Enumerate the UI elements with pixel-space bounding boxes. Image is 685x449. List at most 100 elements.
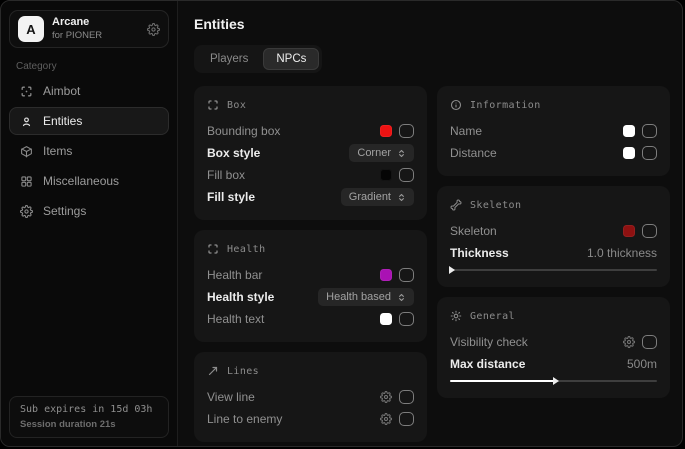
- left-column: Box Bounding box Box style Corner: [194, 86, 427, 442]
- dropdown-value: Health based: [326, 291, 391, 303]
- corners-icon: [207, 243, 219, 255]
- row-label: Fill style: [207, 190, 255, 204]
- sidebar-item-aimbot[interactable]: Aimbot: [9, 77, 169, 105]
- logo-letter: A: [26, 22, 35, 37]
- checkbox[interactable]: [399, 312, 414, 326]
- setting-row: View line: [207, 386, 414, 408]
- row-label: Thickness: [450, 246, 509, 260]
- setting-row: Max distance 500m: [450, 353, 657, 375]
- chevron-up-down-icon: [397, 149, 406, 158]
- dropdown-value: Gradient: [349, 191, 391, 203]
- sun-icon: [450, 310, 462, 322]
- category-label: Category: [16, 61, 162, 72]
- slider-handle[interactable]: [553, 377, 559, 385]
- subscription-box: Sub expires in 15d 03h Session duration …: [9, 396, 169, 438]
- max-distance-slider[interactable]: [450, 377, 657, 386]
- card-box: Box Bounding box Box style Corner: [194, 86, 427, 220]
- app-subtitle: for PIONER: [52, 30, 102, 41]
- fill-style-dropdown[interactable]: Gradient: [341, 188, 414, 206]
- sidebar-spacer: [9, 225, 169, 396]
- row-label: Health style: [207, 290, 274, 304]
- row-label: Distance: [450, 146, 497, 160]
- sidebar-item-label: Miscellaneous: [43, 174, 119, 188]
- card-title: General: [470, 311, 515, 322]
- diagonal-arrow-icon: [207, 365, 219, 377]
- sidebar-item-label: Entities: [43, 114, 82, 128]
- row-label: Visibility check: [450, 335, 528, 349]
- grid-icon: [20, 175, 33, 188]
- card-columns: Box Bounding box Box style Corner: [194, 86, 670, 442]
- color-swatch[interactable]: [623, 125, 635, 137]
- tab-players[interactable]: Players: [197, 48, 261, 70]
- sidebar-item-items[interactable]: Items: [9, 137, 169, 165]
- checkbox[interactable]: [399, 268, 414, 282]
- color-swatch[interactable]: [380, 313, 392, 325]
- slider-handle[interactable]: [449, 266, 455, 274]
- crosshair-icon: [20, 85, 33, 98]
- max-distance-value: 500m: [627, 357, 657, 371]
- card-title: Lines: [227, 366, 259, 377]
- checkbox[interactable]: [642, 224, 657, 238]
- card-title: Information: [470, 100, 541, 111]
- setting-row: Bounding box: [207, 120, 414, 142]
- checkbox[interactable]: [399, 168, 414, 182]
- row-label: Skeleton: [450, 224, 497, 238]
- gear-icon[interactable]: [147, 23, 160, 36]
- card-skeleton: Skeleton Skeleton Thickness 1.0 thicknes…: [437, 186, 670, 287]
- setting-row: Health style Health based: [207, 286, 414, 308]
- checkbox[interactable]: [399, 124, 414, 138]
- health-style-dropdown[interactable]: Health based: [318, 288, 414, 306]
- page-title: Entities: [194, 16, 670, 32]
- app-name: Arcane: [52, 16, 102, 29]
- tab-npcs[interactable]: NPCs: [263, 48, 319, 70]
- setting-row: Visibility check: [450, 331, 657, 353]
- checkbox[interactable]: [642, 124, 657, 138]
- chevron-up-down-icon: [397, 193, 406, 202]
- sidebar-item-label: Items: [43, 144, 72, 158]
- setting-row: Thickness 1.0 thickness: [450, 242, 657, 264]
- color-swatch[interactable]: [380, 169, 392, 181]
- row-label: Line to enemy: [207, 412, 282, 426]
- row-label: Bounding box: [207, 124, 280, 138]
- color-swatch[interactable]: [623, 225, 635, 237]
- gear-icon[interactable]: [380, 413, 392, 425]
- gear-icon[interactable]: [623, 336, 635, 348]
- sidebar-nav: Aimbot Entities Items Miscellaneous: [9, 77, 169, 225]
- gear-icon[interactable]: [380, 391, 392, 403]
- row-label: Health bar: [207, 268, 262, 282]
- checkbox[interactable]: [399, 412, 414, 426]
- card-title: Box: [227, 100, 246, 111]
- row-label: Fill box: [207, 168, 245, 182]
- card-title: Skeleton: [470, 200, 521, 211]
- sidebar-item-miscellaneous[interactable]: Miscellaneous: [9, 167, 169, 195]
- session-duration-text: Session duration 21s: [20, 419, 158, 430]
- sidebar-item-entities[interactable]: Entities: [9, 107, 169, 135]
- gear-icon: [20, 205, 33, 218]
- card-information: Information Name Distance: [437, 86, 670, 176]
- main-panel: Entities Players NPCs Box Bounding box: [178, 1, 682, 446]
- checkbox[interactable]: [642, 335, 657, 349]
- card-health: Health Health bar Health style Health ba…: [194, 230, 427, 342]
- thickness-slider[interactable]: [450, 266, 657, 275]
- sidebar-item-settings[interactable]: Settings: [9, 197, 169, 225]
- thickness-value: 1.0 thickness: [587, 246, 657, 260]
- chevron-up-down-icon: [397, 293, 406, 302]
- card-title: Health: [227, 244, 266, 255]
- color-swatch[interactable]: [380, 269, 392, 281]
- setting-row: Health bar: [207, 264, 414, 286]
- sidebar-item-label: Settings: [43, 204, 86, 218]
- setting-row: Health text: [207, 308, 414, 330]
- slider-track: [450, 269, 657, 271]
- color-swatch[interactable]: [380, 125, 392, 137]
- setting-row: Line to enemy: [207, 408, 414, 430]
- box-style-dropdown[interactable]: Corner: [349, 144, 414, 162]
- row-label: Max distance: [450, 357, 525, 371]
- cube-icon: [20, 145, 33, 158]
- checkbox[interactable]: [642, 146, 657, 160]
- setting-row: Fill box: [207, 164, 414, 186]
- slider-fill: [450, 380, 554, 382]
- setting-row: Distance: [450, 142, 657, 164]
- checkbox[interactable]: [399, 390, 414, 404]
- setting-row: Skeleton: [450, 220, 657, 242]
- color-swatch[interactable]: [623, 147, 635, 159]
